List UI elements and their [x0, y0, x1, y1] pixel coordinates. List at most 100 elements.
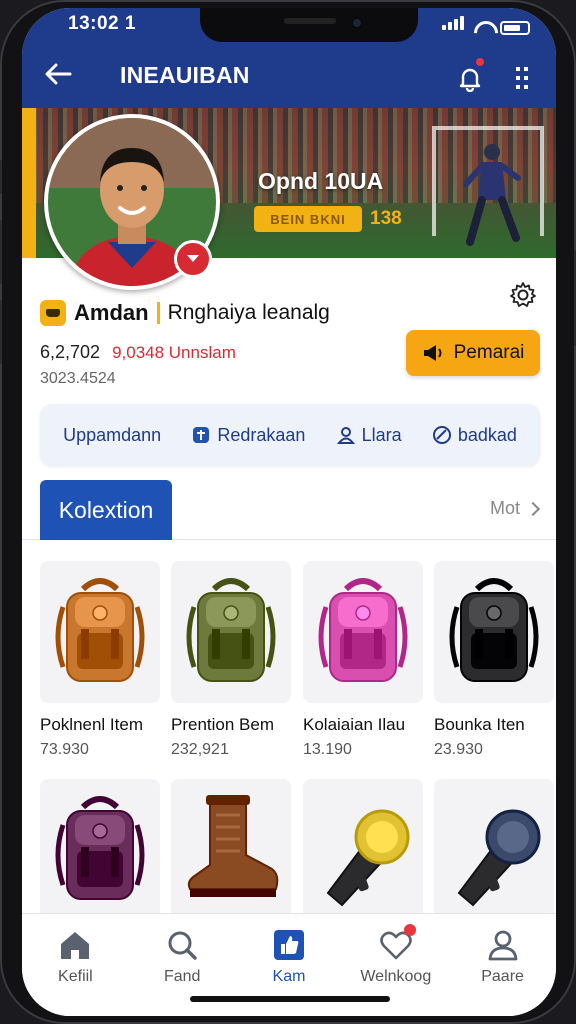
megaphone-icon	[423, 345, 442, 361]
action-item-0[interactable]: Uppamdann	[63, 425, 161, 446]
more-options-button[interactable]	[504, 58, 540, 98]
user-icon	[486, 928, 520, 962]
backpack-icon	[55, 796, 145, 900]
product-card[interactable]	[40, 779, 160, 921]
backpack-icon	[449, 578, 539, 682]
camera-notch	[200, 8, 418, 42]
product-card[interactable]	[434, 779, 554, 921]
quick-actions: Uppamdann Redrakaan Llara badkad	[40, 404, 540, 466]
player-silhouette-image	[463, 144, 521, 246]
nav-label: Fand	[163, 968, 201, 985]
product-card[interactable]: Bounka Iten 23.930	[434, 561, 554, 759]
battery-icon	[500, 21, 530, 35]
action-label: badkad	[457, 424, 517, 445]
product-image	[40, 561, 160, 703]
status-time: 13:02 1	[68, 13, 136, 34]
horn-icon	[326, 809, 410, 907]
product-card[interactable]: Kolaiaian Ilau 13.190	[303, 561, 423, 759]
back-button[interactable]	[38, 54, 78, 94]
boot-icon	[187, 795, 279, 897]
search-icon	[165, 928, 199, 962]
circle-icon	[432, 425, 452, 445]
nav-item-profile[interactable]: Paare	[449, 914, 556, 1016]
nav-label: Paare	[481, 968, 524, 985]
action-label: Llara	[361, 424, 402, 445]
shield-icon	[191, 425, 211, 445]
bell-icon	[459, 68, 481, 92]
settings-button[interactable]	[506, 278, 540, 312]
product-price: 13.190	[303, 741, 352, 758]
home-icon	[58, 928, 92, 962]
product-card[interactable]: Prention Bem 232,921	[171, 561, 291, 759]
signal-icon	[442, 16, 466, 35]
banner-tag: BEIN BKNI	[254, 206, 362, 232]
home-indicator	[190, 996, 390, 1002]
product-image	[434, 561, 554, 703]
phone-frame: 13:02 1 INEAUIBAN Opnd 10UA BEIN BKNI 13…	[0, 0, 576, 1024]
banner-accent-stripe	[22, 108, 36, 258]
action-label: Redrakaan	[217, 424, 306, 445]
see-more-label: Mot	[489, 498, 520, 518]
see-more-link[interactable]: Mot	[489, 498, 541, 519]
profile-name: Amdan	[74, 300, 149, 325]
primary-action-label: Pemarai	[453, 342, 525, 363]
banner-number: 138	[370, 208, 402, 229]
chevron-down-icon	[187, 255, 199, 262]
nav-item-home[interactable]: Kefiil	[22, 914, 129, 1016]
backpack-icon	[318, 578, 408, 682]
profile-subtitle: Rnghaiya leanalg	[167, 301, 330, 324]
action-item-3[interactable]: badkad	[432, 425, 517, 446]
product-name: Prention Bem	[171, 715, 274, 734]
action-item-2[interactable]: Llara	[336, 425, 402, 446]
product-card[interactable]	[303, 779, 423, 921]
stat-secondary: 3023.4524	[40, 370, 116, 387]
profile-stats: 6,2,702 9,0348 Unnslam	[40, 342, 236, 363]
more-vertical-icon	[516, 67, 528, 89]
banner-headline: Opnd 10UA	[258, 168, 384, 194]
brand-icon	[40, 300, 66, 326]
product-card[interactable]: Poklnenl Item 73.930	[40, 561, 160, 759]
nav-label: Kefiil	[58, 968, 93, 985]
product-image	[303, 779, 423, 921]
action-label: Uppamdann	[63, 424, 162, 445]
volume-up-button	[0, 220, 2, 284]
product-image	[171, 779, 291, 921]
notification-dot	[474, 56, 486, 68]
nav-badge-dot	[404, 924, 417, 936]
backpack-icon	[55, 578, 145, 682]
nav-label: Kam	[272, 968, 306, 985]
product-card[interactable]	[171, 779, 291, 921]
app-bar: 13:02 1 INEAUIBAN	[22, 8, 556, 108]
wifi-icon	[474, 21, 492, 35]
product-image	[303, 561, 423, 703]
primary-action-button[interactable]: Pemarai	[406, 330, 540, 376]
profile-heading: Amdan Rnghaiya leanalg	[40, 300, 330, 326]
page-title: INEAUIBAN	[120, 62, 250, 88]
collection-tabs: Kolextion Mot	[22, 480, 556, 540]
chevron-right-icon	[525, 501, 541, 516]
horn-icon	[457, 809, 541, 907]
avatar-badge	[174, 240, 212, 278]
product-name: Kolaiaian Ilau	[303, 715, 406, 734]
heading-divider	[156, 302, 160, 324]
arrow-left-icon	[45, 63, 72, 85]
product-image	[171, 561, 291, 703]
nav-label: Welnkoog	[360, 968, 432, 985]
product-image	[40, 779, 160, 921]
action-item-1[interactable]: Redrakaan	[191, 425, 305, 446]
tab-collection[interactable]: Kolextion	[40, 480, 172, 540]
volume-down-button	[0, 300, 2, 364]
product-price: 23.930	[434, 741, 483, 758]
stat-value: 6,2,702	[40, 342, 101, 362]
thumbs-up-icon	[272, 928, 306, 962]
product-price: 73.930	[40, 741, 89, 758]
front-camera	[350, 16, 364, 30]
stat-highlight: 9,0348 Unnslam	[112, 343, 236, 362]
user-icon	[336, 425, 356, 445]
gear-icon	[510, 282, 536, 307]
speaker-grille	[284, 18, 336, 24]
backpack-icon	[186, 578, 276, 682]
product-name: Bounka Iten	[434, 715, 525, 734]
product-name: Poklnenl Item	[40, 715, 143, 734]
mute-switch	[0, 160, 2, 194]
